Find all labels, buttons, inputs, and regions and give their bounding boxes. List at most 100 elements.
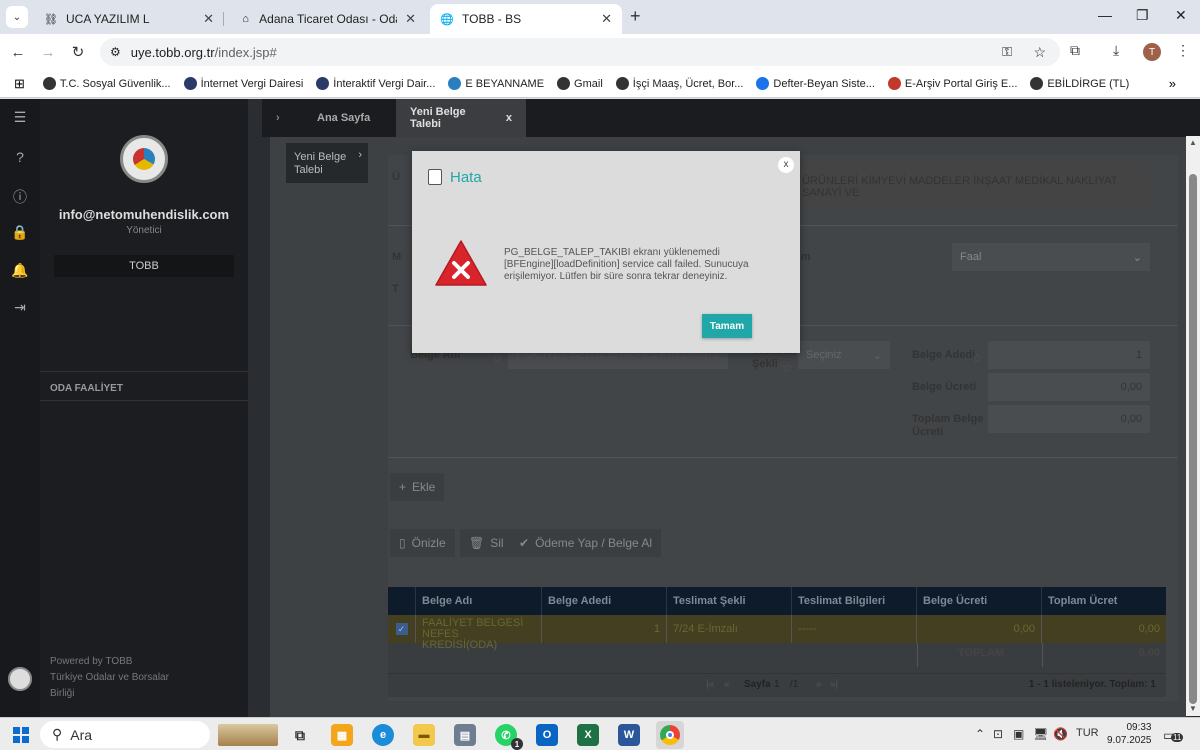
bookmark-item[interactable]: İnteraktif Vergi Dair...	[316, 77, 435, 90]
scroll-up-icon[interactable]: ▲	[1189, 138, 1197, 147]
required-star-icon: ☆	[972, 351, 983, 365]
calculator-icon[interactable]: ▤	[454, 724, 476, 746]
store-icon[interactable]: ▦	[331, 724, 353, 746]
grid-col-header[interactable]: Toplam Ücret	[1042, 587, 1166, 615]
table-row[interactable]: ✓ FAALİYET BELGESİ NEFES KREDİSİ(ODA) 1 …	[388, 615, 1166, 651]
org-button[interactable]: TOBB	[54, 255, 234, 277]
key-icon[interactable]: ⚿	[1002, 44, 1012, 60]
address-bar[interactable]: ⚙ uye.tobb.org.tr/index.jsp# ⚿ ☆	[100, 38, 1060, 66]
first-page-icon[interactable]: |«	[706, 679, 714, 690]
taskbar-search[interactable]: ⚲ Ara	[40, 721, 210, 748]
teslimat-select[interactable]: Seçiniz ⌄	[798, 341, 890, 369]
bookmark-item[interactable]: E-Arşiv Portal Giriş E...	[887, 77, 1017, 90]
volume-muted-icon[interactable]: 🔇	[1053, 727, 1068, 741]
wizard-step[interactable]: Yeni Belge Talebi ›	[286, 143, 368, 183]
word-icon[interactable]: W	[618, 724, 640, 746]
ok-button[interactable]: Tamam	[702, 314, 752, 338]
tab-home[interactable]: Ana Sayfa	[303, 99, 384, 137]
tab-scroll-icon[interactable]: ›	[262, 99, 298, 137]
scroll-thumb[interactable]	[1189, 174, 1197, 704]
delete-button[interactable]: 🗑 Sil	[460, 529, 513, 557]
reload-button[interactable]: ↻	[63, 43, 93, 61]
extensions-icon[interactable]: ⧉	[1070, 42, 1080, 59]
tray-camera-icon[interactable]: ▣	[1013, 727, 1024, 741]
row-checkbox[interactable]: ✓	[388, 615, 416, 643]
bookmark-star-icon[interactable]: ☆	[1033, 44, 1046, 61]
lock-icon[interactable]: 🔒	[10, 224, 30, 244]
bookmark-item[interactable]: EBİLDİRGE (TL)	[1030, 77, 1129, 90]
preview-button[interactable]: ▯ Önizle	[390, 529, 455, 557]
restore-button[interactable]: ❐	[1136, 7, 1149, 24]
bookmark-item[interactable]: İşçi Maaş, Ücret, Bor...	[615, 77, 743, 90]
back-button[interactable]: ←	[3, 44, 33, 61]
grid-col-header[interactable]: Belge Ücreti	[917, 587, 1042, 615]
prev-page-icon[interactable]: «	[724, 679, 730, 690]
outlook-icon[interactable]: O	[536, 724, 558, 746]
hamburger-icon[interactable]: ☰	[10, 109, 30, 129]
browser-tab-2[interactable]: ⌂ Adana Ticaret Odası - Oda E-Be ✕	[230, 4, 426, 34]
menu-section-label[interactable]: ODA FAALİYET	[40, 371, 248, 401]
dialog-close-button[interactable]: x	[778, 157, 794, 173]
select-all-header[interactable]	[388, 587, 416, 615]
bell-icon[interactable]: 🔔	[10, 262, 30, 282]
whatsapp-icon[interactable]: ✆ 1	[495, 724, 523, 750]
network-icon[interactable]: 🖥	[1033, 727, 1048, 741]
pager-page-input[interactable]: 1	[774, 679, 780, 690]
grid-col-header[interactable]: Belge Adı	[416, 587, 542, 615]
belge-ucreti-input[interactable]: 0,00	[988, 373, 1150, 401]
tab-close-icon[interactable]: x	[506, 112, 512, 124]
excel-icon[interactable]: X	[577, 724, 599, 746]
new-tab-button[interactable]: +	[630, 6, 641, 27]
language-indicator[interactable]: TUR	[1076, 727, 1099, 739]
tab-search-button[interactable]: ⌄	[6, 6, 28, 28]
bookmark-item[interactable]: E BEYANNAME	[448, 77, 544, 90]
toplam-ucret-input[interactable]: 0,00	[988, 405, 1150, 433]
bookmark-item[interactable]: Gmail	[557, 77, 603, 90]
browser-tab-3[interactable]: 🌐 TOBB - BS ✕	[430, 4, 622, 34]
tab-close-icon[interactable]: ✕	[405, 11, 416, 27]
apps-grid-icon[interactable]: ⊞	[14, 76, 25, 92]
browser-tab-1[interactable]: ⛓ UCA YAZILIM L ✕	[34, 4, 224, 34]
edge-icon[interactable]: e	[372, 724, 394, 746]
profile-avatar[interactable]: T	[1143, 43, 1161, 61]
tab-new-document-request[interactable]: Yeni Belge Talebi x	[396, 99, 526, 137]
bookmark-item[interactable]: Defter-Beyan Siste...	[756, 77, 875, 90]
bookmark-item[interactable]: T.C. Sosyal Güvenlik...	[42, 77, 171, 90]
grid-col-header[interactable]: Belge Adedi	[542, 587, 667, 615]
minimize-button[interactable]: —	[1098, 7, 1112, 23]
durum-select[interactable]: Faal ⌄	[952, 243, 1150, 271]
logout-icon[interactable]: ⇥	[10, 299, 30, 319]
chrome-icon[interactable]	[656, 721, 684, 749]
info-icon[interactable]: ⓘ	[10, 187, 30, 207]
notification-icon[interactable]: ▭ 11	[1163, 727, 1184, 744]
tab-close-icon[interactable]: ✕	[203, 11, 214, 27]
belge-adedi-input[interactable]: 1	[988, 341, 1150, 369]
footer-logo-outer	[8, 667, 32, 691]
grid-col-header[interactable]: Teslimat Bilgileri	[792, 587, 917, 615]
add-button[interactable]: + Ekle	[390, 473, 445, 501]
download-icon[interactable]: ⤓	[1113, 42, 1119, 59]
forward-button[interactable]: →	[33, 44, 63, 61]
grid-col-header[interactable]: Teslimat Şekli	[667, 587, 792, 615]
more-bookmarks-icon[interactable]: »	[1169, 76, 1176, 91]
page-scrollbar[interactable]: ▲ ▼	[1186, 136, 1200, 716]
tray-app-icon[interactable]: ⊡	[993, 727, 1003, 741]
last-page-icon[interactable]: »|	[830, 679, 838, 690]
company-textarea[interactable]: ÜRÜNLERİ KİMYEVİ MADDELER İNŞAAT MEDİKAL…	[794, 163, 1150, 209]
tab-close-icon[interactable]: ✕	[601, 11, 612, 27]
scroll-down-icon[interactable]: ▼	[1189, 704, 1197, 713]
bookmark-item[interactable]: İnternet Vergi Dairesi	[183, 77, 303, 90]
windows-start-icon[interactable]	[13, 727, 29, 743]
site-info-icon[interactable]: ⚙	[110, 45, 121, 59]
close-window-button[interactable]: ✕	[1175, 7, 1187, 24]
tray-chevron-icon[interactable]: ⌃	[975, 727, 985, 741]
file-explorer-icon[interactable]: ▬	[413, 724, 435, 746]
menu-icon[interactable]: ⋮	[1176, 42, 1190, 59]
building-widget-icon[interactable]	[218, 724, 278, 746]
pay-button[interactable]: ✔ Ödeme Yap / Belge Al	[510, 529, 662, 557]
next-page-icon[interactable]: »	[816, 679, 822, 690]
user-role: Yönetici	[126, 225, 162, 236]
task-view-icon[interactable]: ⧉	[289, 724, 311, 746]
taskbar-clock[interactable]: 09:33 9.07.2025	[1107, 721, 1152, 747]
help-icon[interactable]: ?	[10, 149, 30, 169]
